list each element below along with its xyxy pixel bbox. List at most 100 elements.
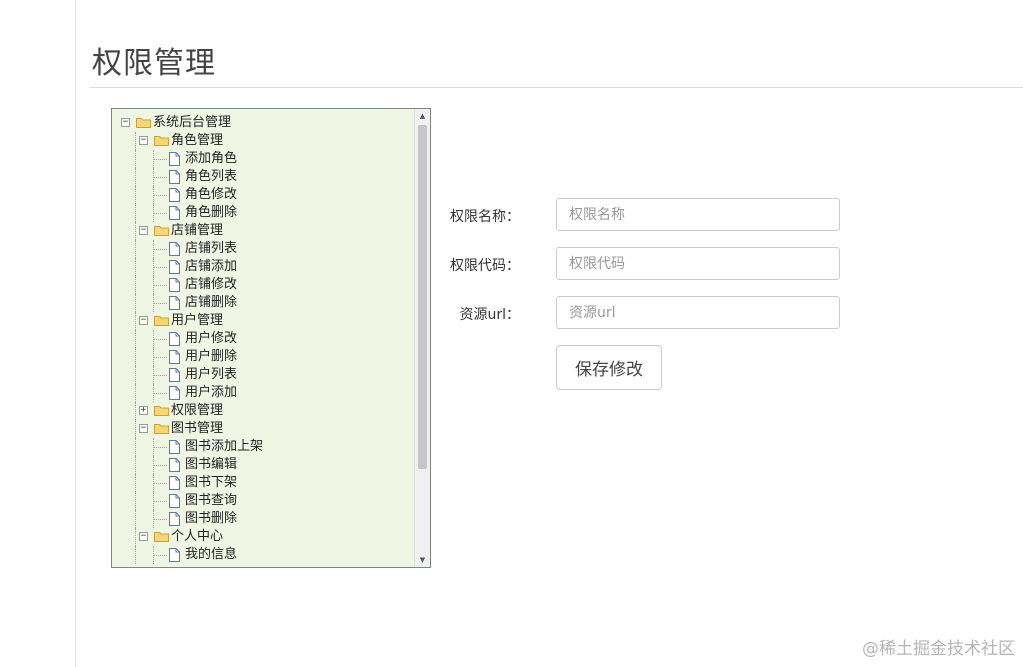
scroll-down-arrow-icon[interactable]: ▼ <box>415 553 430 567</box>
tree-guide-line <box>135 276 137 294</box>
tree-node-label: 用户修改 <box>185 331 238 346</box>
folder-icon <box>154 532 169 542</box>
file-icon <box>169 440 180 454</box>
tree-connector <box>153 357 167 359</box>
tree-guide-line <box>135 438 137 456</box>
tree-guide-line <box>135 366 137 384</box>
tree-folder-node[interactable]: − 用户管理 <box>112 312 414 330</box>
tree-guide-line <box>135 168 137 186</box>
tree-leaf-node[interactable]: 店铺修改 <box>112 276 414 294</box>
tree-guide-line <box>135 330 137 348</box>
tree-connector <box>153 501 167 503</box>
tree-guide-line <box>135 240 137 258</box>
tree-folder-node[interactable]: − 图书管理 <box>112 420 414 438</box>
tree-guide-line <box>135 222 137 240</box>
tree-connector <box>153 267 167 269</box>
permission-name-input[interactable] <box>556 198 840 231</box>
collapse-icon[interactable]: − <box>121 118 130 127</box>
folder-icon <box>154 136 169 146</box>
tree-guide-line <box>135 510 137 528</box>
tree-guide-line <box>135 312 137 330</box>
file-icon <box>169 368 180 382</box>
file-icon <box>169 476 180 490</box>
file-icon <box>169 548 180 562</box>
tree-guide-line <box>135 294 137 312</box>
tree-leaf-node[interactable]: 店铺添加 <box>112 258 414 276</box>
tree-node-label: 角色列表 <box>185 169 238 184</box>
tree-leaf-node[interactable]: 图书删除 <box>112 510 414 528</box>
file-icon <box>169 332 180 346</box>
page: 权限管理 − 系统后台管理 − 角色管理 添加角色 角色列表 角色修改 角色删除 − 店铺管理 店铺… <box>0 0 1023 667</box>
tree-leaf-node[interactable]: 店铺删除 <box>112 294 414 312</box>
tree-leaf-node[interactable]: 角色列表 <box>112 168 414 186</box>
file-icon <box>169 386 180 400</box>
tree-scrollbar[interactable]: ▲ ▼ <box>414 109 430 567</box>
tree-node-label: 图书下架 <box>185 475 238 490</box>
tree-folder-node[interactable]: − 个人中心 <box>112 528 414 546</box>
tree-leaf-node[interactable]: 用户列表 <box>112 366 414 384</box>
tree-connector <box>153 393 167 395</box>
folder-icon <box>154 316 169 326</box>
tree-folder-node[interactable]: − 系统后台管理 <box>112 114 414 132</box>
collapse-icon[interactable]: − <box>139 316 148 325</box>
tree-leaf-node[interactable]: 用户删除 <box>112 348 414 366</box>
tree-guide-line <box>135 546 137 564</box>
file-icon <box>169 458 180 472</box>
tree-node-label: 用户添加 <box>185 385 238 400</box>
file-icon <box>169 296 180 310</box>
folder-icon <box>136 118 151 128</box>
permission-tree[interactable]: − 系统后台管理 − 角色管理 添加角色 角色列表 角色修改 角色删除 − 店铺管理 店铺列表 店铺添… <box>111 108 431 568</box>
watermark: @稀土掘金技术社区 <box>862 639 1015 659</box>
collapse-icon[interactable]: − <box>139 226 148 235</box>
collapse-icon[interactable]: − <box>139 424 148 433</box>
tree-node-label: 用户列表 <box>185 367 238 382</box>
tree-guide-line <box>135 150 137 168</box>
folder-icon <box>154 406 169 416</box>
tree-leaf-node[interactable]: 图书添加上架 <box>112 438 414 456</box>
file-icon <box>169 188 180 202</box>
tree-node-label: 店铺修改 <box>185 277 238 292</box>
tree-node-label: 店铺列表 <box>185 241 238 256</box>
expand-icon[interactable]: + <box>139 406 148 415</box>
tree-leaf-node[interactable]: 角色修改 <box>112 186 414 204</box>
tree-node-label: 店铺删除 <box>185 295 238 310</box>
tree-leaf-node[interactable]: 用户添加 <box>112 384 414 402</box>
tree-guide-line <box>135 258 137 276</box>
tree-connector <box>153 465 167 467</box>
tree-guide-line <box>135 402 137 420</box>
tree-connector <box>153 159 167 161</box>
tree-guide-line <box>135 348 137 366</box>
resource-url-input[interactable] <box>556 296 840 329</box>
tree-connector <box>153 177 167 179</box>
tree-guide-line <box>135 528 137 546</box>
tree-leaf-node[interactable]: 店铺列表 <box>112 240 414 258</box>
tree-guide-line <box>135 456 137 474</box>
tree-leaf-node[interactable]: 我的信息 <box>112 546 414 564</box>
tree-guide-line <box>135 474 137 492</box>
tree-leaf-node[interactable]: 用户修改 <box>112 330 414 348</box>
tree-node-label: 店铺添加 <box>185 259 238 274</box>
tree-leaf-node[interactable]: 图书编辑 <box>112 456 414 474</box>
scroll-up-arrow-icon[interactable]: ▲ <box>415 109 430 123</box>
tree-connector <box>153 555 167 557</box>
tree-folder-node[interactable]: − 店铺管理 <box>112 222 414 240</box>
tree-node-label: 店铺管理 <box>171 223 224 238</box>
collapse-icon[interactable]: − <box>139 532 148 541</box>
scroll-thumb[interactable] <box>418 125 427 469</box>
tree-leaf-node[interactable]: 图书查询 <box>112 492 414 510</box>
tree-guide-line <box>135 186 137 204</box>
folder-icon <box>154 226 169 236</box>
tree-leaf-node[interactable]: 角色删除 <box>112 204 414 222</box>
collapse-icon[interactable]: − <box>139 136 148 145</box>
tree-connector <box>153 519 167 521</box>
save-button[interactable]: 保存修改 <box>556 345 662 390</box>
tree-node-label: 角色删除 <box>185 205 238 220</box>
tree-folder-node[interactable]: − 角色管理 <box>112 132 414 150</box>
tree-folder-node[interactable]: + 权限管理 <box>112 402 414 420</box>
permission-code-input[interactable] <box>556 247 840 280</box>
tree-node-label: 角色管理 <box>171 133 224 148</box>
tree-leaf-node[interactable]: 添加角色 <box>112 150 414 168</box>
tree-connector <box>153 339 167 341</box>
tree-leaf-node[interactable]: 图书下架 <box>112 474 414 492</box>
tree-connector <box>153 303 167 305</box>
